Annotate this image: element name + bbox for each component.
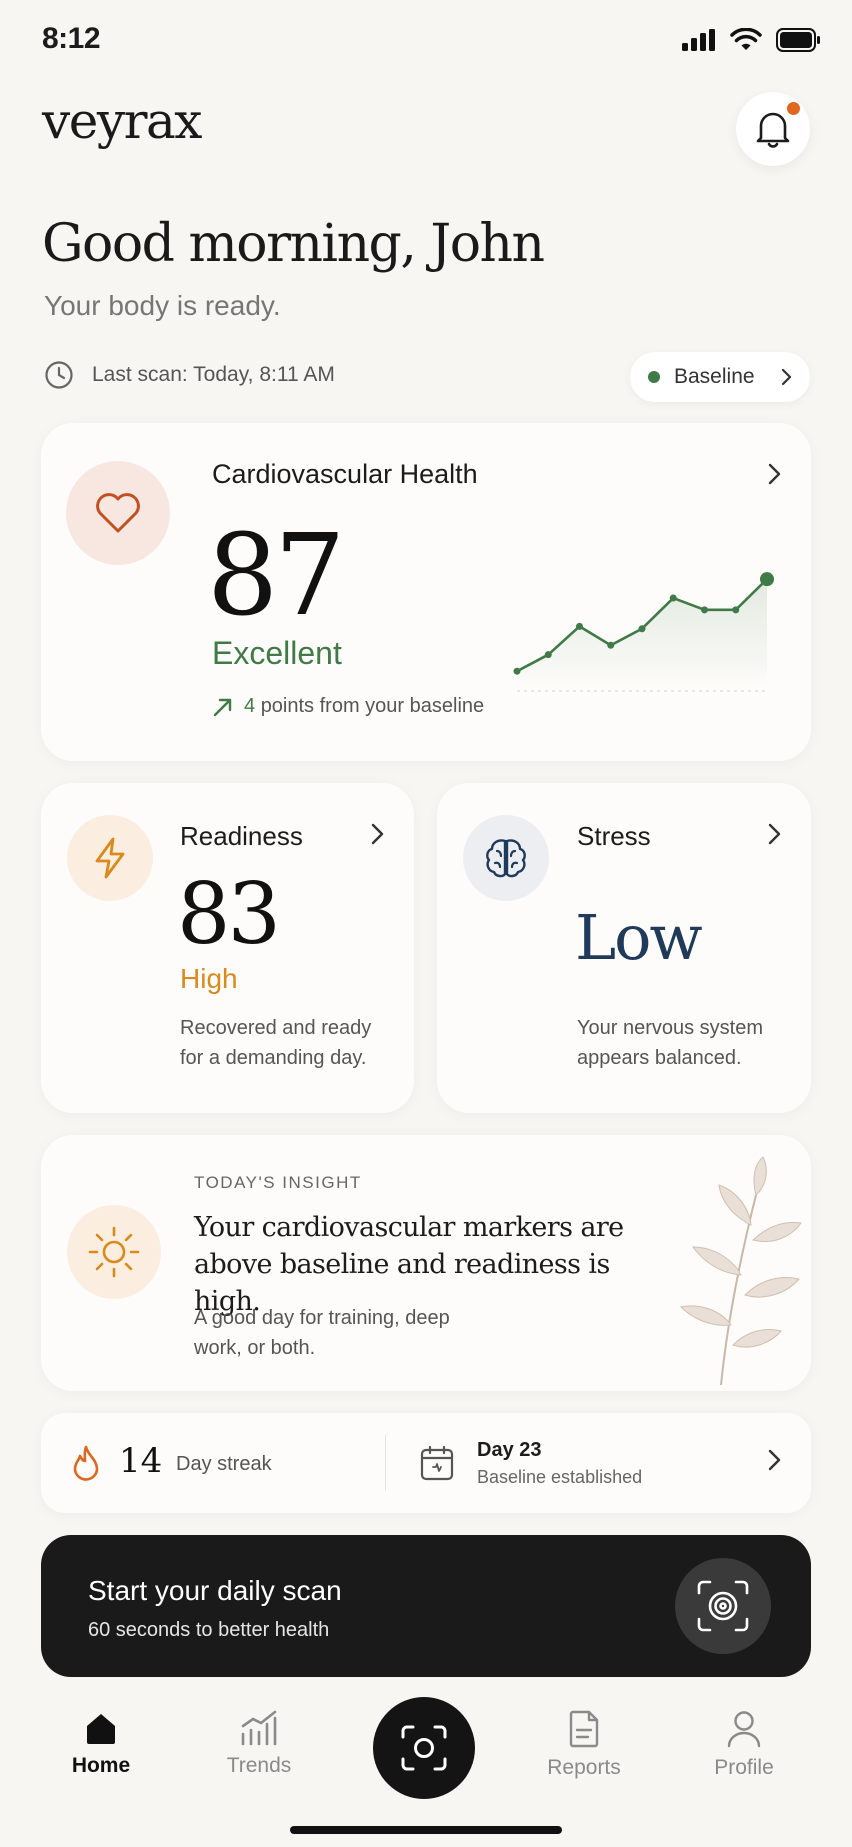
trend-point	[701, 606, 708, 614]
wifi-icon	[730, 28, 762, 50]
cardio-status: Excellent	[212, 635, 342, 671]
stress-card[interactable]: Stress Low Your nervous system appears b…	[437, 783, 811, 1113]
tab-reports-label: Reports	[547, 1756, 621, 1779]
streak-divider	[385, 1435, 386, 1491]
chevron-right-icon	[768, 463, 781, 485]
chevron-right-icon	[371, 823, 384, 845]
readiness-card[interactable]: Readiness 83 High Recovered and ready fo…	[41, 783, 414, 1113]
battery-icon	[776, 28, 820, 52]
flame-icon	[73, 1445, 99, 1481]
readiness-title: Readiness	[180, 821, 303, 851]
face-scan-icon	[697, 1580, 749, 1632]
trend-point	[544, 651, 552, 659]
trend-point	[607, 641, 615, 649]
tab-profile-label: Profile	[714, 1756, 774, 1779]
heart-icon	[96, 493, 140, 533]
streak-count: 14	[119, 1441, 163, 1481]
cardio-trend-chart	[513, 572, 774, 692]
trend-area	[517, 579, 767, 691]
trend-point	[513, 667, 521, 675]
start-scan-button[interactable]	[675, 1558, 771, 1654]
trend-point	[638, 625, 646, 633]
streak-card[interactable]: 14 Day streak Day 23 Baseline establishe…	[41, 1413, 811, 1513]
notification-dot	[787, 102, 800, 115]
home-icon	[87, 1714, 115, 1744]
baseline-label: Baseline	[674, 365, 755, 388]
cardio-delta-number: 4	[244, 695, 256, 717]
last-scan-text: Last scan: Today, 8:11 AM	[92, 363, 335, 386]
app-logo: veyrax	[42, 92, 203, 150]
status-icons	[682, 28, 822, 52]
notifications-button[interactable]	[736, 92, 810, 166]
brain-icon-badge	[463, 815, 549, 901]
insight-label: TODAY'S INSIGHT	[194, 1173, 362, 1192]
start-scan-title: Start your daily scan	[88, 1575, 342, 1606]
start-scan-banner[interactable]: Start your daily scan 60 seconds to bett…	[41, 1535, 811, 1677]
calendar-icon	[420, 1445, 454, 1481]
chevron-right-icon	[768, 1449, 781, 1471]
greeting-title: Good morning, John	[42, 214, 545, 274]
tab-reports[interactable]: Reports	[524, 1710, 644, 1780]
stress-description: Your nervous system appears balanced.	[577, 1017, 764, 1069]
trend-point	[669, 594, 677, 602]
tab-home-label: Home	[71, 1754, 131, 1777]
last-scan-row: Last scan: Today, 8:11 AM	[44, 360, 335, 390]
status-time: 8:12	[42, 22, 101, 55]
readiness-level: High	[180, 963, 238, 994]
trend-point	[732, 606, 740, 614]
insight-subtext: A good day for training, deep work, or b…	[194, 1307, 450, 1359]
trend-point	[576, 622, 583, 630]
baseline-status-dot	[648, 371, 660, 383]
streak-label: Day streak	[176, 1453, 272, 1475]
botanical-leaf-illustration	[679, 1156, 802, 1385]
home-indicator	[290, 1826, 562, 1834]
cardio-delta: 4 points from your baseline	[212, 695, 484, 718]
greeting-subtitle: Your body is ready.	[44, 290, 281, 321]
tab-profile[interactable]: Profile	[684, 1710, 804, 1780]
day-count-subtitle: Baseline established	[477, 1467, 643, 1487]
cardiovascular-card[interactable]: Cardiovascular Health 87 Excellent 4 poi…	[41, 423, 811, 761]
readiness-score: 83	[177, 865, 281, 963]
cellular-signal-icon	[682, 29, 715, 51]
tab-home[interactable]: Home	[41, 1710, 161, 1778]
cardio-score: 87	[207, 511, 346, 641]
scan-frame-icon	[401, 1725, 447, 1771]
baseline-pill[interactable]: Baseline	[630, 352, 810, 402]
tab-trends[interactable]: Trends	[199, 1710, 319, 1778]
cardio-title: Cardiovascular Health	[212, 459, 478, 489]
tab-trends-label: Trends	[226, 1754, 292, 1777]
readiness-description: Recovered and ready for a demanding day.	[180, 1017, 372, 1069]
trend-up-arrow-icon	[213, 698, 232, 716]
chevron-right-icon	[781, 368, 792, 386]
brain-icon	[486, 839, 526, 878]
sun-icon	[88, 1226, 140, 1278]
scan-fab-button[interactable]	[373, 1697, 475, 1799]
trends-chart-icon	[241, 1710, 277, 1746]
trend-point	[760, 572, 774, 587]
document-icon	[569, 1710, 599, 1748]
chevron-right-icon	[768, 823, 781, 845]
bell-icon	[756, 112, 790, 148]
stress-level: Low	[575, 901, 703, 974]
insight-card[interactable]: TODAY'S INSIGHT Your cardiovascular mark…	[41, 1135, 811, 1391]
cardio-delta-text: points from your baseline	[260, 695, 485, 717]
stress-title: Stress	[577, 821, 651, 851]
day-count-title: Day 23	[477, 1439, 542, 1461]
lightning-icon-badge	[67, 815, 153, 901]
start-scan-subtitle: 60 seconds to better health	[88, 1619, 330, 1641]
clock-icon	[45, 361, 73, 389]
heart-icon-badge	[66, 461, 170, 565]
lightning-bolt-icon	[95, 837, 125, 879]
sun-icon-badge	[67, 1205, 161, 1299]
profile-person-icon	[727, 1711, 761, 1748]
